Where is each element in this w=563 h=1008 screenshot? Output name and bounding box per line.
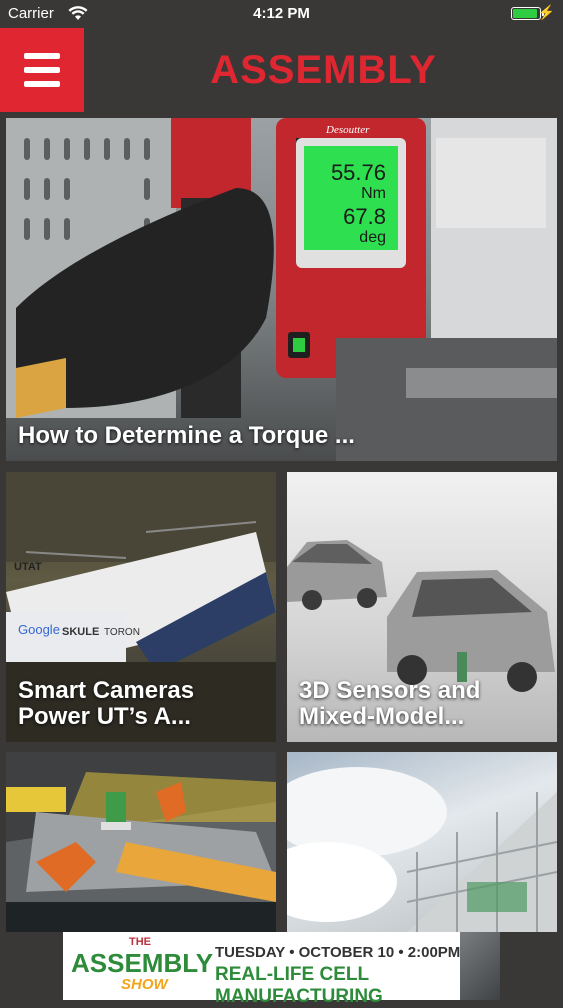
article-tile-3d-sensors[interactable]: 3D Sensors and Mixed-Model... [287,472,557,742]
battery-icon [511,7,544,20]
app-header: ASSEMBLY [0,28,563,112]
charging-icon: ⚡ [537,4,555,20]
torque-unit: Nm [361,185,386,202]
angle-unit: deg [359,229,386,246]
ad-brand-bottom: SHOW [121,976,168,993]
article-image-factory-floor [287,767,557,932]
drone-label-google: Google [18,622,60,637]
article-tile-factory-floor[interactable] [287,752,557,932]
article-image-factory-sim [6,752,276,932]
status-bar: Carrier 4:12 PM ⚡ [0,0,563,28]
article-tile-factory-sim[interactable] [6,752,276,932]
article-tile-torque[interactable]: 55.76 Nm 67.8 deg Desoutter How to Deter… [6,118,557,461]
ad-brand-top: THE [129,936,151,948]
ad-decoration [460,932,500,1000]
ad-banner[interactable]: THE ASSEMBLY SHOW TUESDAY • OCTOBER 10 •… [63,932,500,1007]
ad-date-line: TUESDAY • OCTOBER 10 • 2:00PM ET [215,944,484,961]
ad-headline: REAL-LIFE CELL MANUFACTURING [215,964,383,1007]
article-tile-drone[interactable]: UTAT Google SKULE TORON Smart Cameras Po… [6,472,276,742]
article-title: 3D Sensors and Mixed-Model... [299,677,481,730]
app-logo: ASSEMBLY [210,48,437,92]
drone-label-utat: UTAT [14,561,42,573]
article-title: How to Determine a Torque ... [18,422,355,449]
angle-value: 67.8 [343,204,386,229]
menu-button[interactable] [0,28,84,112]
article-title: Smart Cameras Power UT’s A... [18,677,195,730]
device-brand: Desoutter [325,124,370,136]
ad-brand-main: ASSEMBLY [71,948,214,978]
article-image-torque: 55.76 Nm 67.8 deg Desoutter [6,118,557,461]
torque-value: 55.76 [331,160,386,185]
drone-label-skule: SKULE [62,626,99,638]
drone-label-toron: TORON [104,627,140,638]
clock: 4:12 PM [253,5,310,22]
